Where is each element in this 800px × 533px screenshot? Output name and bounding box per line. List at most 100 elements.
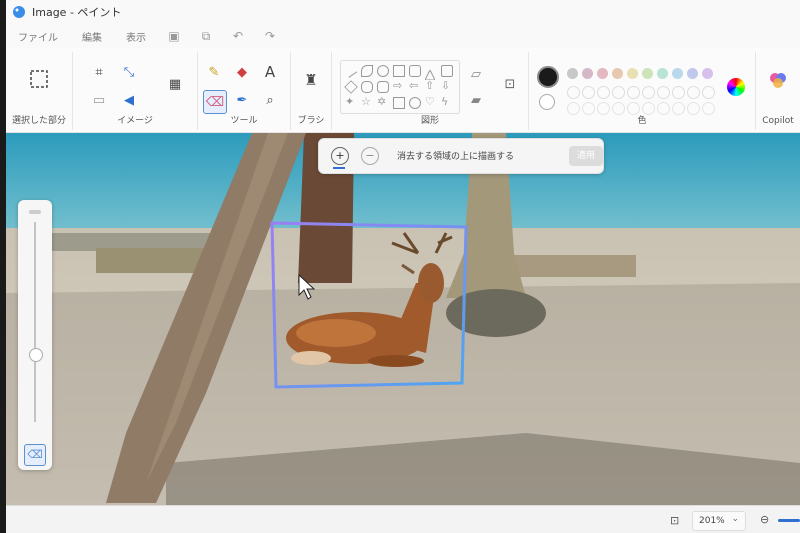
menu-view[interactable]: 表示 xyxy=(126,29,146,44)
shapes-group-label: 図形 xyxy=(420,116,439,126)
chevron-down-icon: ⌄ xyxy=(731,514,739,524)
zoom-in-icon[interactable]: + xyxy=(331,147,349,165)
redo-icon[interactable]: ↷ xyxy=(263,29,277,43)
palette-color-swatch[interactable] xyxy=(582,68,593,79)
magnifier-icon[interactable]: ⌕ xyxy=(260,90,280,110)
shape-arrow-right[interactable]: ⇨ xyxy=(393,80,403,91)
shape-triangle[interactable] xyxy=(424,65,436,81)
zoom-slider[interactable] xyxy=(778,519,800,522)
custom-color-slot[interactable] xyxy=(672,86,685,99)
custom-color-slot[interactable] xyxy=(702,86,715,99)
remove-background-icon[interactable]: ▦ xyxy=(165,74,185,94)
zoom-dropdown[interactable]: 201% ⌄ xyxy=(692,511,746,531)
shapes-group: ⇨ ⇦ ⇧ ⇩ ✦ ☆ ✡ ♡ ϟ ▱ ▰ ⊡ 図形 xyxy=(332,52,529,130)
resize-icon[interactable]: ⤡ xyxy=(119,62,139,82)
shape-rounded-rect[interactable] xyxy=(409,65,421,77)
layers-icon[interactable]: ▭ xyxy=(89,90,109,110)
shape-star4[interactable]: ✦ xyxy=(345,96,355,107)
brush-size-slider[interactable]: ⌫ xyxy=(18,200,52,470)
palette-color-swatch[interactable] xyxy=(702,68,713,79)
edit-colors-icon[interactable] xyxy=(727,78,745,96)
save-icon[interactable]: ▣ xyxy=(167,29,181,43)
menu-edit[interactable]: 編集 xyxy=(82,29,102,44)
shape-rectangle[interactable] xyxy=(393,65,405,77)
window-title: Image - ペイント xyxy=(32,6,122,19)
zoom-out-icon[interactable]: − xyxy=(361,147,379,165)
shape-arrow-up[interactable]: ⇧ xyxy=(425,80,435,91)
shape-heart[interactable]: ♡ xyxy=(425,96,435,107)
palette-color-swatch[interactable] xyxy=(642,68,653,79)
shape-outline-icon[interactable]: ▱ xyxy=(466,64,486,84)
shape-callout-oval[interactable] xyxy=(409,97,421,109)
menu-file[interactable]: ファイル xyxy=(18,29,58,44)
palette-color-swatch[interactable] xyxy=(567,68,578,79)
palette-color-swatch[interactable] xyxy=(687,68,698,79)
share-icon[interactable]: ⧉ xyxy=(199,29,213,43)
shape-diamond[interactable] xyxy=(344,80,358,94)
palette-color-swatch[interactable] xyxy=(627,68,638,79)
menu-bar: ファイル 編集 表示 ▣ ⧉ ↶ ↷ xyxy=(6,24,800,48)
custom-color-slot[interactable] xyxy=(567,86,580,99)
shape-hexagon[interactable] xyxy=(377,81,389,93)
brushes-group: ♜ ブラシ xyxy=(291,52,332,130)
prompt-text: 消去する領域の上に描画する xyxy=(397,152,515,162)
erase-prompt-bar: + − 消去する領域の上に描画する 適用 xyxy=(318,138,604,174)
eraser-mode-icon[interactable]: ⌫ xyxy=(24,444,46,466)
shape-lightning[interactable]: ϟ xyxy=(441,96,451,107)
shape-star5[interactable]: ☆ xyxy=(361,96,371,107)
pencil-icon[interactable]: ✎ xyxy=(204,62,224,82)
primary-color-swatch[interactable] xyxy=(537,66,559,88)
palette-color-swatch[interactable] xyxy=(657,68,668,79)
custom-color-slot[interactable] xyxy=(642,86,655,99)
selection-group: 選択した部分 xyxy=(6,52,73,130)
palette-color-swatch[interactable] xyxy=(612,68,623,79)
secondary-color-swatch[interactable] xyxy=(539,94,555,110)
slider-top-handle[interactable] xyxy=(29,210,41,214)
undo-icon[interactable]: ↶ xyxy=(231,29,245,43)
selection-group-label: 選択した部分 xyxy=(11,116,66,126)
eraser-icon[interactable]: ⌫ xyxy=(203,90,227,114)
slider-thumb[interactable] xyxy=(29,348,43,362)
title-bar: Image - ペイント xyxy=(6,0,800,24)
copilot-group-label: Copilot xyxy=(762,116,794,126)
shape-callout-rect[interactable] xyxy=(393,97,405,109)
shape-oval[interactable] xyxy=(377,65,389,77)
slider-track xyxy=(34,222,36,422)
brush-icon[interactable]: ♜ xyxy=(301,70,321,90)
drawing-canvas[interactable] xyxy=(6,133,800,505)
palette-color-swatch[interactable] xyxy=(597,68,608,79)
palette-color-swatch[interactable] xyxy=(672,68,683,79)
custom-color-slot[interactable] xyxy=(597,86,610,99)
custom-color-slot[interactable] xyxy=(687,86,700,99)
tools-group: ✎ ◆ A ⌫ ✒ ⌕ ツール xyxy=(198,52,291,130)
custom-color-slot[interactable] xyxy=(612,86,625,99)
status-bar: ⊡ 201% ⌄ ⊖ xyxy=(6,505,800,533)
shape-line[interactable] xyxy=(342,63,358,78)
shape-arrow-down[interactable]: ⇩ xyxy=(441,80,451,91)
copilot-icon[interactable] xyxy=(768,70,788,90)
fill-bucket-icon[interactable]: ◆ xyxy=(232,62,252,82)
shapes-gallery[interactable]: ⇨ ⇦ ⇧ ⇩ ✦ ☆ ✡ ♡ ϟ xyxy=(340,60,460,114)
shape-pentagon[interactable] xyxy=(361,81,373,93)
text-box-icon[interactable]: ⊡ xyxy=(500,74,520,94)
text-icon[interactable]: A xyxy=(260,62,280,82)
color-picker-icon[interactable]: ✒ xyxy=(232,90,252,110)
shape-polygon[interactable] xyxy=(441,65,453,77)
copilot-group: Copilot xyxy=(756,52,800,130)
custom-color-slot[interactable] xyxy=(657,86,670,99)
custom-color-slot[interactable] xyxy=(582,86,595,99)
colors-group: 色 xyxy=(529,52,756,130)
rotate-icon[interactable]: ◀ xyxy=(119,90,139,110)
colors-group-label: 色 xyxy=(637,116,647,126)
apply-button[interactable]: 適用 xyxy=(569,146,603,166)
image-group-label: イメージ xyxy=(117,116,153,126)
selection-rect-icon[interactable] xyxy=(28,68,50,90)
shape-fill-icon[interactable]: ▰ xyxy=(466,90,486,110)
custom-color-slot[interactable] xyxy=(627,86,640,99)
shape-star6[interactable]: ✡ xyxy=(377,96,387,107)
fit-window-icon[interactable]: ⊡ xyxy=(670,514,679,527)
zoom-out-status-icon[interactable]: ⊖ xyxy=(760,513,769,526)
crop-icon[interactable]: ⌗ xyxy=(89,62,109,82)
shape-curve[interactable] xyxy=(361,65,373,77)
shape-arrow-left[interactable]: ⇦ xyxy=(409,80,419,91)
